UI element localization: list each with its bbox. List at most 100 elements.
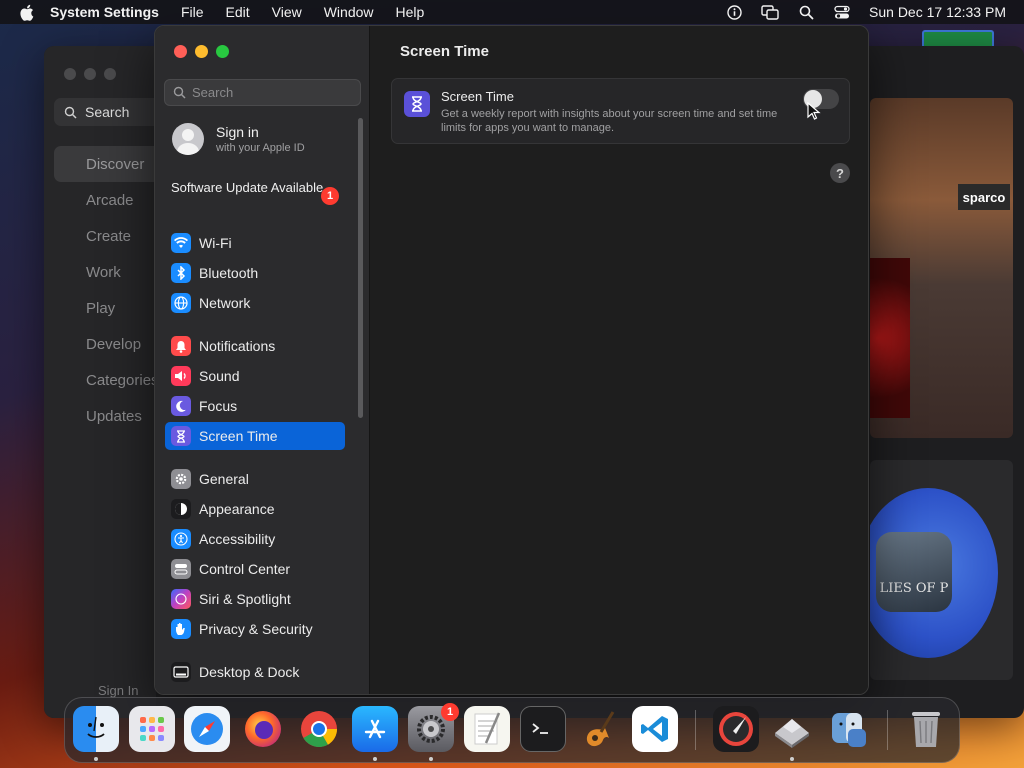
sidebar-item-bluetooth[interactable]: Bluetooth <box>165 259 345 287</box>
account-subtitle: with your Apple ID <box>216 142 305 154</box>
dock-separator <box>695 710 696 750</box>
sidebar-item-label: Accessibility <box>199 531 276 547</box>
terminal-icon[interactable] <box>520 706 566 752</box>
sidebar-item-label: Privacy & Security <box>199 621 313 637</box>
menu-edit[interactable]: Edit <box>226 4 250 20</box>
sidebar-item-sound[interactable]: Sound <box>165 362 345 390</box>
sidebar-item-notifications[interactable]: Notifications <box>165 332 345 360</box>
minimize-window-button[interactable] <box>195 45 208 58</box>
sidebar-item-control-center[interactable]: Control Center <box>165 555 345 583</box>
chrome-icon[interactable] <box>296 706 342 752</box>
sidebar-item-appearance[interactable]: Appearance <box>165 495 345 523</box>
settings-content: Screen Time Screen Time Get a weekly rep… <box>371 26 868 694</box>
featured-game-tile[interactable]: LIES OF P <box>870 460 1013 680</box>
sidebar-item-focus[interactable]: Focus <box>165 392 345 420</box>
sidebar-item-label: Notifications <box>199 338 276 354</box>
running-indicator <box>429 757 433 761</box>
avatar <box>172 123 204 155</box>
help-button[interactable]: ? <box>830 163 850 183</box>
sidebar-item-label: Network <box>199 295 251 311</box>
sidebar-item-desktop-dock[interactable]: Desktop & Dock <box>165 658 345 686</box>
sidebar-item-privacy-security[interactable]: Privacy & Security <box>165 615 345 643</box>
appearance-icon <box>171 499 191 519</box>
hourglass-icon <box>171 426 191 446</box>
app-store-icon[interactable] <box>352 706 398 752</box>
menu-clock[interactable]: Sun Dec 17 12:33 PM <box>869 4 1006 20</box>
sidebar-item-accessibility[interactable]: Accessibility <box>165 525 345 553</box>
textedit-icon[interactable] <box>464 706 510 752</box>
screen-time-description: Get a weekly report with insights about … <box>441 108 778 134</box>
running-indicator <box>790 757 794 761</box>
menu-help[interactable]: Help <box>396 4 425 20</box>
lies-of-p-app-icon: LIES OF P <box>876 532 952 612</box>
search-input[interactable] <box>192 85 352 100</box>
firefox-icon[interactable] <box>240 706 286 752</box>
search-icon <box>64 106 77 119</box>
racing-game-artwork[interactable]: sparco <box>870 98 1013 438</box>
hand-icon <box>171 619 191 639</box>
menu-window[interactable]: Window <box>324 4 374 20</box>
software-update-badge: 1 <box>321 187 339 205</box>
running-indicator <box>373 757 377 761</box>
sidebar-item-wifi[interactable]: Wi-Fi <box>165 229 345 257</box>
background-sign-in[interactable]: Sign In <box>98 683 138 698</box>
vscode-icon[interactable] <box>632 706 678 752</box>
screen-time-card: Screen Time Get a weekly report with ins… <box>391 78 850 144</box>
menu-view[interactable]: View <box>272 4 302 20</box>
menu-file[interactable]: File <box>181 4 204 20</box>
trash-icon[interactable] <box>903 706 949 752</box>
apple-menu-icon[interactable] <box>16 2 36 22</box>
dock: 1 <box>64 697 960 763</box>
sidebar-search[interactable] <box>164 79 361 106</box>
info-status-icon[interactable] <box>725 3 743 21</box>
spotlight-search-icon[interactable] <box>797 3 815 21</box>
screen-mirroring-icon[interactable] <box>761 3 779 21</box>
screen-time-label: Screen Time <box>441 89 514 104</box>
sidebar-item-label: Focus <box>199 398 238 414</box>
apple-id-account[interactable]: Sign in with your Apple ID <box>172 123 305 155</box>
settings-badge: 1 <box>441 703 459 721</box>
sidebar-item-label: Wi-Fi <box>199 235 232 251</box>
menu-bar: System Settings File Edit View Window He… <box>0 0 1024 24</box>
sidebar-item-general[interactable]: General <box>165 465 345 493</box>
siri-icon <box>171 589 191 609</box>
page-title: Screen Time <box>400 43 489 60</box>
finder-icon[interactable] <box>73 706 119 752</box>
speaker-icon <box>171 366 191 386</box>
window-controls <box>174 45 229 58</box>
background-search-label: Search <box>85 104 130 120</box>
dock-separator <box>887 710 888 750</box>
account-name: Sign in <box>216 124 259 140</box>
sidebar-item-screen-time[interactable]: Screen Time <box>165 422 345 450</box>
moon-icon <box>171 396 191 416</box>
sidebar-item-label: General <box>199 471 249 487</box>
control-center-status-icon[interactable] <box>833 3 851 21</box>
sidebar-item-siri-spotlight[interactable]: Siri & Spotlight <box>165 585 345 613</box>
garageband-icon[interactable] <box>576 706 622 752</box>
background-window-controls <box>64 68 116 80</box>
sidebar-scrollbar[interactable] <box>358 118 363 418</box>
close-window-button[interactable] <box>174 45 187 58</box>
finder-alt-icon[interactable] <box>825 706 871 752</box>
launchpad-icon[interactable] <box>129 706 175 752</box>
search-icon <box>173 86 186 99</box>
sidebar-item-label: Bluetooth <box>199 265 259 281</box>
compass-icon[interactable] <box>713 706 759 752</box>
accessibility-icon <box>171 529 191 549</box>
zoom-window-button[interactable] <box>216 45 229 58</box>
control-center-icon <box>171 559 191 579</box>
mouse-cursor-icon <box>807 102 821 120</box>
system-settings-window: Sign in with your Apple ID Software Upda… <box>154 25 869 695</box>
gear-icon <box>171 469 191 489</box>
disk-utility-icon[interactable] <box>769 706 815 752</box>
safari-icon[interactable] <box>184 706 230 752</box>
race-car-shape <box>870 258 910 418</box>
sidebar-item-label: Control Center <box>199 561 291 577</box>
background-window-tab <box>922 30 994 46</box>
software-update-item[interactable]: Software Update Available <box>171 180 341 196</box>
sidebar-item-network[interactable]: Network <box>165 289 345 317</box>
hourglass-icon <box>404 91 430 117</box>
menu-app-name[interactable]: System Settings <box>50 4 159 20</box>
sidebar-item-label: Desktop & Dock <box>199 664 300 680</box>
settings-sidebar: Sign in with your Apple ID Software Upda… <box>155 26 370 694</box>
